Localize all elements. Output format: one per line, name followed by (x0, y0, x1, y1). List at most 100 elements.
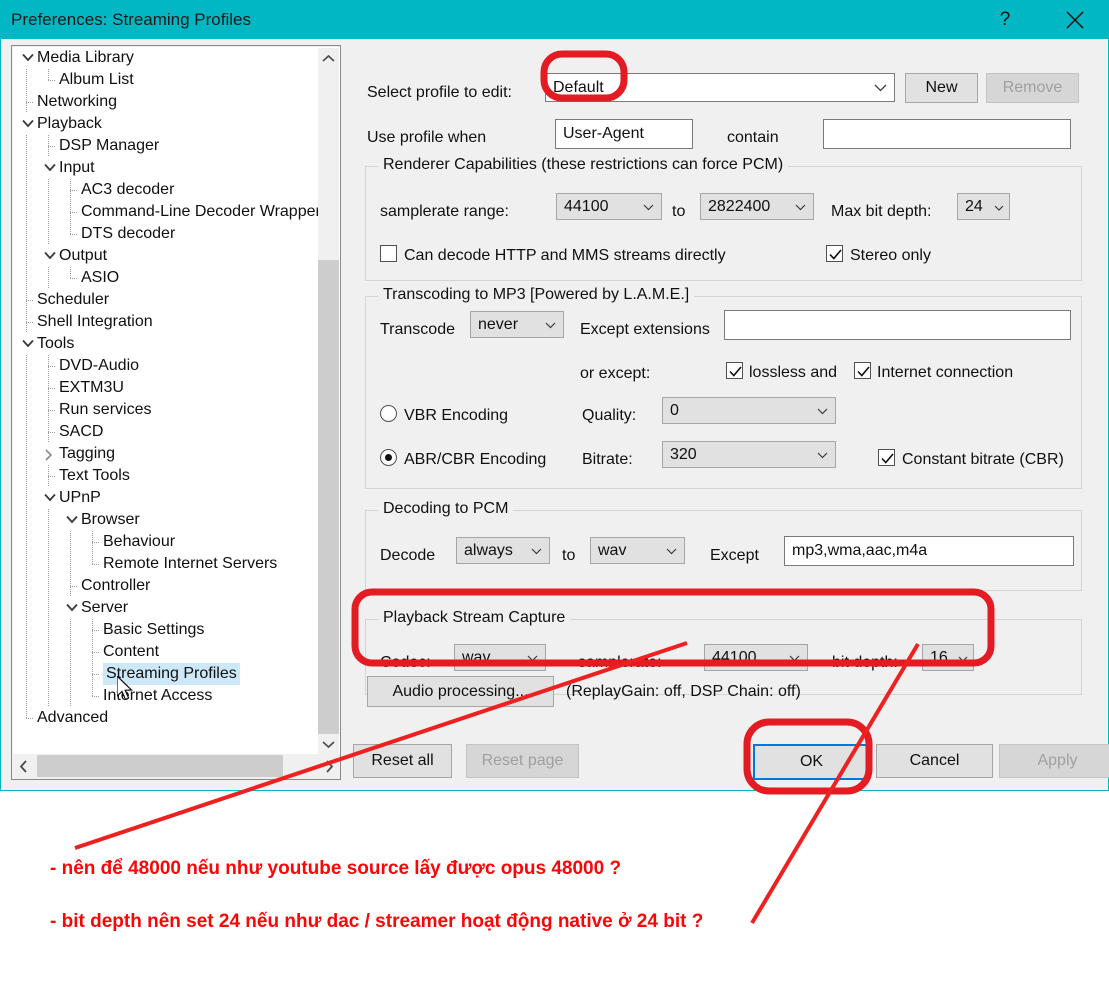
bitrate-combo[interactable]: 320 (662, 441, 836, 468)
transcode-value: never (478, 315, 519, 333)
quality-label: Quality: (582, 407, 637, 424)
tree-item[interactable]: EXTM3U (13, 377, 319, 399)
tree-item[interactable]: Command-Line Decoder Wrapper (13, 201, 319, 223)
decode-format-combo[interactable]: wav (590, 537, 685, 564)
tree-guide-elbow (43, 465, 55, 487)
reset-page-button: Reset page (466, 744, 579, 778)
chevron-down-icon[interactable] (43, 245, 57, 267)
tree-item[interactable]: Basic Settings (13, 619, 319, 641)
decoding-except-field[interactable]: mp3,wma,aac,m4a (784, 536, 1074, 566)
tree-item[interactable]: ASIO (13, 267, 319, 289)
can-decode-checkbox[interactable] (380, 245, 397, 262)
tree-item[interactable]: Media Library (13, 47, 319, 69)
close-icon[interactable] (1052, 1, 1098, 39)
new-profile-button[interactable]: New (905, 73, 978, 103)
tree-item[interactable]: Server (13, 597, 319, 619)
tree-item[interactable]: Scheduler (13, 289, 319, 311)
tree-item[interactable]: Behaviour (13, 531, 319, 553)
tree-item[interactable]: DTS decoder (13, 223, 319, 245)
samplerate-max-combo[interactable]: 2822400 (700, 193, 814, 220)
max-bit-depth-combo[interactable]: 24 (957, 193, 1010, 220)
settings-tree[interactable]: Media Library Album List Networking Playbac… (13, 47, 340, 754)
tree-item[interactable]: Remote Internet Servers (13, 553, 319, 575)
tree-item[interactable]: Text Tools (13, 465, 319, 487)
tree-item[interactable]: Shell Integration (13, 311, 319, 333)
profile-select-combo[interactable]: Default (545, 73, 895, 102)
tree-item[interactable]: DSP Manager (13, 135, 319, 157)
capture-samplerate-combo[interactable]: 44100 (704, 644, 808, 671)
internet-connection-checkbox[interactable] (854, 362, 871, 379)
tree-guide-elbow (43, 377, 55, 399)
tree-item[interactable]: UPnP (13, 487, 319, 509)
profile-header-field[interactable]: User-Agent (555, 119, 693, 149)
transcode-label: Transcode (380, 321, 455, 338)
tree-item[interactable]: SACD (13, 421, 319, 443)
tree-item[interactable]: Browser (13, 509, 319, 531)
stereo-only-checkbox[interactable] (826, 245, 843, 262)
capture-codec-combo[interactable]: wav (454, 644, 546, 671)
use-profile-when-label: Use profile when (367, 129, 487, 146)
tree-item[interactable]: Tagging (13, 443, 319, 465)
chevron-right-icon[interactable] (43, 443, 57, 465)
lossless-checkbox[interactable] (726, 362, 743, 379)
tree-item[interactable]: Tools (13, 333, 319, 355)
tree-item[interactable]: Internet Access (13, 685, 319, 707)
samplerate-min-combo[interactable]: 44100 (556, 193, 662, 220)
tree-item-label: Text Tools (59, 467, 130, 484)
tree-item[interactable]: Networking (13, 91, 319, 113)
constant-bitrate-checkbox[interactable] (878, 449, 895, 466)
tree-horizontal-scrollbar[interactable] (13, 754, 340, 778)
vbr-encoding-radio[interactable] (380, 405, 397, 422)
chevron-down-icon[interactable] (21, 47, 35, 69)
help-icon[interactable]: ? (982, 1, 1028, 39)
abr-cbr-encoding-radio[interactable] (380, 449, 397, 466)
tree-item[interactable]: Content (13, 641, 319, 663)
max-bit-depth-label: Max bit depth: (831, 203, 932, 220)
profile-select-value: Default (553, 78, 604, 96)
chevron-down-icon (817, 446, 828, 464)
cancel-button[interactable]: Cancel (876, 744, 993, 778)
tree-item[interactable]: Run services (13, 399, 319, 421)
internet-connection-label: Internet connection (877, 364, 1014, 381)
scroll-thumb-horizontal[interactable] (37, 755, 283, 777)
tree-item[interactable]: Streaming Profiles (13, 663, 319, 685)
settings-tree-panel: Media Library Album List Networking Playbac… (11, 45, 341, 780)
tree-guide-elbow (43, 355, 55, 377)
ok-button[interactable]: OK (753, 744, 870, 780)
tree-guide-line (21, 619, 33, 641)
tree-item-label: Playback (37, 115, 102, 132)
chevron-down-icon[interactable] (65, 597, 79, 619)
tree-item-label: Run services (59, 401, 152, 418)
scroll-down-icon[interactable] (318, 734, 339, 754)
tree-vertical-scrollbar[interactable] (318, 48, 339, 754)
scroll-up-icon[interactable] (318, 48, 339, 69)
tree-item[interactable]: Controller (13, 575, 319, 597)
tree-item[interactable]: Album List (13, 69, 319, 91)
capture-samplerate-value: 44100 (712, 648, 757, 666)
scroll-thumb-vertical[interactable] (318, 260, 339, 734)
chevron-down-icon[interactable] (43, 487, 57, 509)
reset-all-button[interactable]: Reset all (353, 744, 452, 778)
tree-guide-line (65, 531, 77, 553)
tree-item[interactable]: Advanced (13, 707, 319, 729)
codec-label: Codec: (380, 654, 431, 671)
tree-item[interactable]: DVD-Audio (13, 355, 319, 377)
decode-combo[interactable]: always (456, 537, 550, 564)
profile-contain-field[interactable] (823, 119, 1071, 149)
except-extensions-field[interactable] (724, 310, 1071, 340)
tree-item[interactable]: AC3 decoder (13, 179, 319, 201)
scroll-left-icon[interactable] (13, 754, 34, 778)
tree-item-label: Input (59, 159, 95, 176)
chevron-down-icon[interactable] (21, 333, 35, 355)
chevron-down-icon[interactable] (43, 157, 57, 179)
capture-bit-depth-combo[interactable]: 16 (922, 644, 974, 671)
audio-processing-button[interactable]: Audio processing... (367, 676, 554, 707)
quality-combo[interactable]: 0 (662, 397, 836, 424)
tree-item[interactable]: Playback (13, 113, 319, 135)
transcode-combo[interactable]: never (470, 311, 564, 338)
chevron-down-icon[interactable] (21, 113, 35, 135)
chevron-down-icon[interactable] (65, 509, 79, 531)
tree-item[interactable]: Input (13, 157, 319, 179)
tree-item[interactable]: Output (13, 245, 319, 267)
scroll-right-icon[interactable] (319, 754, 340, 778)
